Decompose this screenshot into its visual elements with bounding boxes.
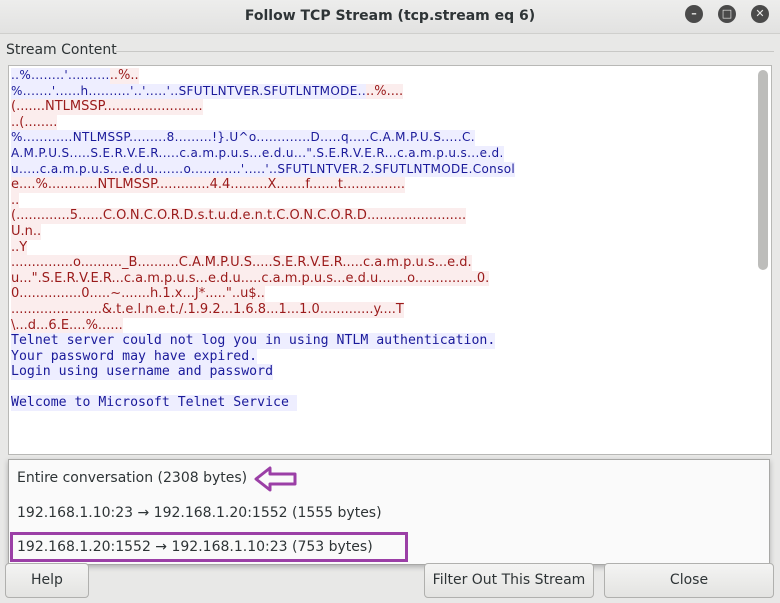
client-data: ..%........'.......... — [11, 68, 110, 84]
client-data: Telnet server could not log you in using… — [11, 333, 496, 349]
stream-line: .. — [11, 192, 755, 209]
stream-line: ..%........'............%.. — [11, 68, 755, 84]
client-data: %............NTLMSSP.........8.........!… — [11, 130, 475, 146]
stream-line: Welcome to Microsoft Telnet Service — [11, 395, 755, 412]
stream-line: e....%............NTLMSSP.............4.… — [11, 177, 755, 193]
server-data: ..%.. — [109, 68, 139, 84]
client-data: Your password may have expired. — [11, 348, 258, 365]
server-data: ..%.... — [365, 83, 404, 100]
stream-line: U.n.. — [11, 223, 755, 240]
client-data: A.M.P.U.S.....S.E.R.V.E.R.....c.a.m.p.u.… — [11, 145, 504, 162]
stream-line: %............NTLMSSP.........8.........!… — [11, 130, 755, 146]
server-data: e....%............NTLMSSP.............4.… — [11, 177, 405, 193]
stream-line: A.M.P.U.S.....S.E.R.V.E.R.....c.a.m.p.u.… — [11, 145, 755, 162]
stream-line — [11, 380, 755, 396]
stream-line: (.............5......C.O.N.C.O.R.D.s.t.u… — [11, 208, 755, 224]
server-data: 0...............0.....~.......h.1.x...J*… — [11, 286, 265, 302]
conversation-option-entire[interactable]: Entire conversation (2308 bytes) — [17, 467, 247, 489]
client-data: Login using username and password — [11, 364, 274, 380]
stream-line: ...............o.........._B..........C.… — [11, 255, 755, 271]
conversation-dropdown[interactable]: Entire conversation (2308 bytes) 192.168… — [8, 459, 770, 565]
stream-line: %.......'......h..........'..'.....'..SF… — [11, 83, 755, 100]
server-data: ..Y — [11, 239, 28, 256]
stream-line: Your password may have expired. — [11, 348, 755, 365]
stream-line: Login using username and password — [11, 364, 755, 380]
stream-line: ..(........ — [11, 114, 755, 131]
stream-line: (.......NTLMSSP........................ — [11, 99, 755, 115]
client-data: u.....c.a.m.p.u.s...e.d.u.......o.......… — [11, 161, 516, 178]
server-data: ......................&.t.e.l.n.e.t./.1.… — [11, 301, 404, 318]
scrollbar-thumb[interactable] — [758, 70, 768, 270]
server-data: .. — [11, 192, 20, 209]
close-icon[interactable]: ✕ — [751, 5, 769, 23]
window-title: Follow TCP Stream (tcp.stream eq 6) — [244, 8, 536, 24]
server-data: ..(........ — [11, 114, 58, 131]
client-data: %.......'......h..........'..'.....'..SF… — [11, 83, 366, 100]
close-button[interactable]: Close — [604, 563, 774, 598]
stream-line: u...".S.E.R.V.E.R...c.a.m.p.u.s...e.d.u.… — [11, 270, 755, 287]
stream-line: ..Y — [11, 239, 755, 256]
server-data: (.......NTLMSSP........................ — [11, 99, 203, 115]
stream-lines: ..%........'............%.. %.......'....… — [11, 68, 755, 412]
stream-line: 0...............0.....~.......h.1.x...J*… — [11, 286, 755, 302]
stream-line: ......................&.t.e.l.n.e.t./.1.… — [11, 301, 755, 318]
stream-line: \...d...6.E....%...... — [11, 317, 755, 334]
arrow-left-icon — [254, 466, 297, 492]
client-data: Welcome to Microsoft Telnet Service — [11, 395, 297, 412]
help-button[interactable]: Help — [5, 563, 89, 598]
minimize-icon[interactable]: – — [685, 5, 703, 23]
server-data: (.............5......C.O.N.C.O.R.D.s.t.u… — [11, 208, 467, 224]
maximize-icon[interactable]: □ — [718, 5, 736, 23]
server-data: ...............o.........._B..........C.… — [11, 255, 472, 271]
title-bar: Follow TCP Stream (tcp.stream eq 6) – □ … — [0, 0, 780, 34]
server-data: \...d...6.E....%...... — [11, 317, 123, 334]
stream-content-label: Stream Content — [6, 42, 121, 58]
frame-border — [116, 51, 774, 52]
server-data: U.n.. — [11, 223, 42, 240]
scrollbar[interactable] — [758, 68, 769, 452]
server-data: u...".S.E.R.V.E.R...c.a.m.p.u.s...e.d.u.… — [11, 270, 490, 287]
stream-line: u.....c.a.m.p.u.s...e.d.u.......o.......… — [11, 161, 755, 178]
conversation-option-server-to-client[interactable]: 192.168.1.10:23 → 192.168.1.20:1552 (155… — [17, 502, 382, 524]
conversation-option-client-to-server[interactable]: 192.168.1.20:1552 → 192.168.1.10:23 (753… — [17, 536, 373, 558]
filter-out-stream-button[interactable]: Filter Out This Stream — [424, 563, 594, 598]
stream-text-view[interactable]: ..%........'............%.. %.......'....… — [8, 65, 772, 455]
stream-line: Telnet server could not log you in using… — [11, 333, 755, 349]
